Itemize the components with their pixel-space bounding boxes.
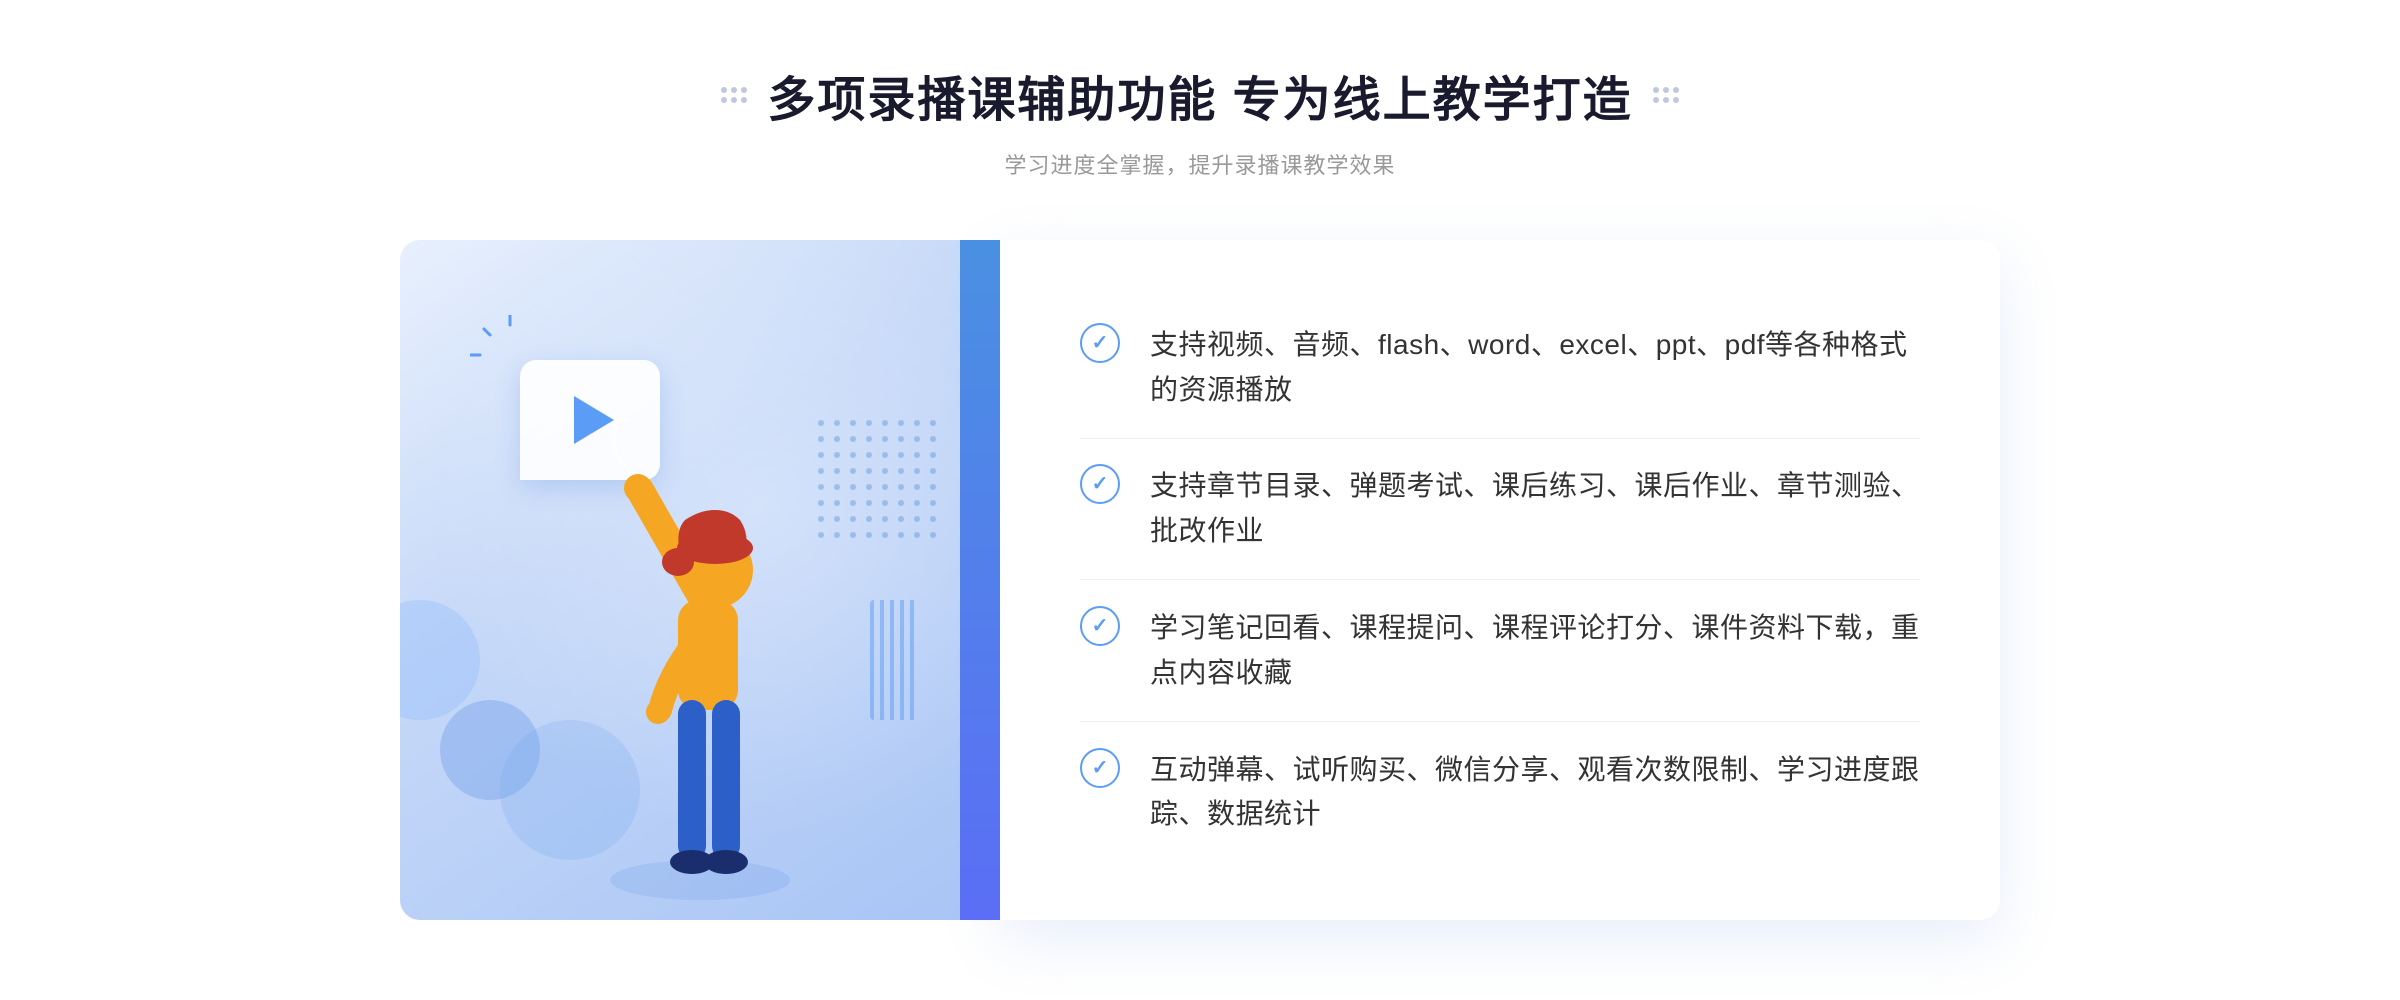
feature-item-2: ✓ 支持章节目录、弹题考试、课后练习、课后作业、章节测验、批改作业 xyxy=(1080,444,1920,574)
title-row: 多项录播课辅助功能 专为线上教学打造 xyxy=(721,60,1678,130)
feature-text-4: 互动弹幕、试听购买、微信分享、观看次数限制、学习进度跟踪、数据统计 xyxy=(1150,748,1920,838)
feature-text-2: 支持章节目录、弹题考试、课后练习、课后作业、章节测验、批改作业 xyxy=(1150,464,1920,554)
blue-accent-bar xyxy=(960,240,1000,920)
stripe-decoration xyxy=(870,600,920,720)
features-panel: ✓ 支持视频、音频、flash、word、excel、ppt、pdf等各种格式的… xyxy=(1000,240,2000,920)
feature-item-1: ✓ 支持视频、音频、flash、word、excel、ppt、pdf等各种格式的… xyxy=(1080,303,1920,433)
feature-text-1: 支持视频、音频、flash、word、excel、ppt、pdf等各种格式的资源… xyxy=(1150,323,1920,413)
divider-3 xyxy=(1080,721,1920,722)
subtitle: 学习进度全掌握，提升录播课教学效果 xyxy=(721,148,1678,180)
divider-2 xyxy=(1080,579,1920,580)
illustration-panel xyxy=(400,240,1000,920)
main-title: 多项录播课辅助功能 专为线上教学打造 xyxy=(767,60,1632,130)
left-decorative-dots xyxy=(721,87,747,103)
check-icon-4: ✓ xyxy=(1080,748,1120,788)
page-wrapper: 多项录播课辅助功能 专为线上教学打造 学习进度全掌握，提升录播课教学效果 xyxy=(0,0,2400,1000)
header-section: 多项录播课辅助功能 专为线上教学打造 学习进度全掌握，提升录播课教学效果 xyxy=(721,60,1678,180)
divider-1 xyxy=(1080,438,1920,439)
content-area: ✓ 支持视频、音频、flash、word、excel、ppt、pdf等各种格式的… xyxy=(400,240,2000,920)
sparkle-decoration xyxy=(470,315,550,395)
right-decorative-dots xyxy=(1653,87,1679,103)
person-illustration xyxy=(560,400,840,920)
feature-item-3: ✓ 学习笔记回看、课程提问、课程评论打分、课件资料下载，重点内容收藏 xyxy=(1080,586,1920,716)
feature-text-3: 学习笔记回看、课程提问、课程评论打分、课件资料下载，重点内容收藏 xyxy=(1150,606,1920,696)
check-icon-3: ✓ xyxy=(1080,606,1120,646)
semi-circle-left xyxy=(400,600,480,720)
feature-item-4: ✓ 互动弹幕、试听购买、微信分享、观看次数限制、学习进度跟踪、数据统计 xyxy=(1080,728,1920,858)
check-icon-2: ✓ xyxy=(1080,464,1120,504)
check-icon-1: ✓ xyxy=(1080,323,1120,363)
